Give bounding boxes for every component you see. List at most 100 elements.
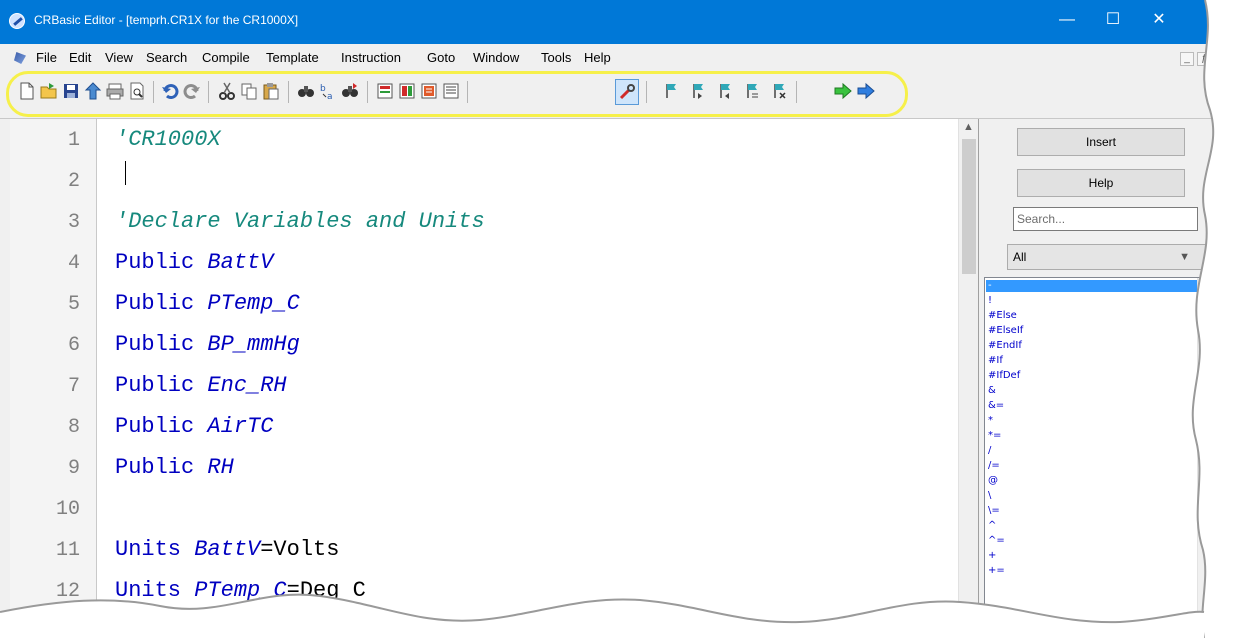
- code-line[interactable]: Public RH: [115, 455, 234, 480]
- toolbar-highlight-annotation: [6, 71, 908, 117]
- code-line[interactable]: Public BattV: [115, 250, 273, 275]
- line-number: 2: [67, 170, 80, 193]
- instruction-list-item[interactable]: !: [986, 295, 1198, 307]
- instruction-list-item[interactable]: *: [986, 415, 1198, 427]
- menu-search[interactable]: Search: [146, 50, 187, 65]
- scroll-up-icon[interactable]: ▲: [963, 121, 974, 133]
- minimize-button[interactable]: —: [1044, 0, 1090, 44]
- instruction-list-item[interactable]: *=: [986, 430, 1198, 442]
- scrollbar-thumb[interactable]: [1201, 298, 1213, 358]
- menu-bar: File Edit View Search Compile Template I…: [0, 44, 1236, 71]
- instruction-list-item[interactable]: ^: [986, 520, 1198, 532]
- code-keyword: Units: [115, 578, 195, 603]
- menu-window[interactable]: Window: [473, 50, 519, 65]
- line-number: 10: [55, 498, 80, 521]
- instruction-list-item[interactable]: #If: [986, 355, 1198, 367]
- app-window: CRBasic Editor - [temprh.CR1X for the CR…: [0, 0, 1236, 638]
- code-comment: 'Declare Variables and Units: [115, 209, 485, 234]
- mdi-minimize-button[interactable]: _: [1180, 52, 1194, 66]
- instruction-list-item[interactable]: &: [986, 385, 1198, 397]
- line-number: 5: [67, 293, 80, 316]
- menu-file[interactable]: File: [36, 50, 57, 65]
- toolbar: ba: [0, 71, 1236, 119]
- mdi-restore-button[interactable]: ƒ: [1197, 52, 1211, 66]
- line-number: 7: [67, 375, 80, 398]
- maximize-button[interactable]: ☐: [1090, 0, 1136, 44]
- code-editor[interactable]: 1 2 3 4 5 6 7 8 9 10 11 12 'CR1000X 'Decl…: [10, 119, 978, 638]
- code-line[interactable]: Public BP_mmHg: [115, 332, 300, 357]
- insert-button[interactable]: Insert: [1017, 128, 1185, 156]
- menu-goto[interactable]: Goto: [427, 50, 455, 65]
- code-keyword: Public: [115, 373, 208, 398]
- editor-scrollbar[interactable]: ▲: [958, 119, 978, 638]
- instruction-list-item[interactable]: +: [986, 550, 1198, 562]
- code-variable: PTemp_C: [207, 291, 300, 316]
- code-line[interactable]: Units PTemp_C=Deg C: [115, 578, 366, 603]
- instruction-list-item[interactable]: /=: [986, 460, 1198, 472]
- code-line[interactable]: 'CR1000X: [115, 127, 221, 152]
- instruction-panel: Insert Help Search... All ▼ -! #Else #Else…: [978, 119, 1236, 638]
- scrollbar-thumb[interactable]: [962, 139, 976, 274]
- instruction-list-scrollbar[interactable]: [1197, 278, 1215, 637]
- instruction-list-item[interactable]: &=: [986, 400, 1198, 412]
- code-line[interactable]: Units BattV=Volts: [115, 537, 339, 562]
- instruction-list-item[interactable]: \: [986, 490, 1198, 502]
- code-variable: Enc_RH: [207, 373, 287, 398]
- instruction-list-item[interactable]: +=: [986, 565, 1198, 577]
- code-line[interactable]: Public Enc_RH: [115, 373, 287, 398]
- code-keyword: Units: [115, 537, 195, 562]
- instruction-list-item[interactable]: @: [986, 475, 1198, 487]
- code-keyword: Public: [115, 250, 208, 275]
- instruction-list-item[interactable]: \=: [986, 505, 1198, 517]
- menu-tools[interactable]: Tools: [541, 50, 571, 65]
- title-bar[interactable]: CRBasic Editor - [temprh.CR1X for the CR…: [0, 0, 1236, 44]
- help-button[interactable]: Help: [1017, 169, 1185, 197]
- menu-instruction[interactable]: Instruction: [341, 50, 401, 65]
- instruction-list-item[interactable]: #IfDef: [986, 370, 1198, 382]
- category-value: All: [1013, 250, 1027, 264]
- code-variable: BattV: [207, 250, 274, 275]
- line-number-gutter: 1 2 3 4 5 6 7 8 9 10 11 12: [10, 119, 97, 638]
- document-icon[interactable]: [14, 52, 26, 64]
- code-variable: RH: [207, 455, 234, 480]
- code-text: =Deg C: [286, 578, 366, 603]
- instruction-list-item[interactable]: #EndIf: [986, 340, 1198, 352]
- code-keyword: Public: [115, 455, 208, 480]
- code-variable: BattV: [194, 537, 261, 562]
- line-number: 11: [55, 539, 80, 562]
- line-number: 9: [67, 457, 80, 480]
- line-number: 3: [67, 211, 80, 234]
- category-dropdown[interactable]: All ▼: [1007, 244, 1207, 270]
- code-comment: 'CR1000X: [115, 127, 221, 152]
- window-title: CRBasic Editor - [temprh.CR1X for the CR…: [34, 13, 299, 27]
- line-number: 8: [67, 416, 80, 439]
- app-logo-icon: [9, 13, 25, 29]
- code-line[interactable]: Public PTemp_C: [115, 291, 300, 316]
- instruction-list[interactable]: -! #Else #ElseIf #EndIf #If #IfDef & &= * *= / /= @ \…: [984, 277, 1224, 638]
- text-caret: [125, 161, 126, 185]
- instruction-list-item[interactable]: #Else: [986, 310, 1198, 322]
- line-number: 12: [55, 580, 80, 603]
- menu-view[interactable]: View: [105, 50, 133, 65]
- menu-template[interactable]: Template: [266, 50, 319, 65]
- menu-edit[interactable]: Edit: [69, 50, 91, 65]
- close-button[interactable]: ✕: [1136, 0, 1182, 44]
- line-number: 1: [67, 129, 80, 152]
- instruction-search-input[interactable]: Search...: [1013, 207, 1198, 231]
- menu-compile[interactable]: Compile: [202, 50, 250, 65]
- code-variable: BP_mmHg: [207, 332, 300, 357]
- code-variable: AirTC: [207, 414, 274, 439]
- code-line[interactable]: 'Declare Variables and Units: [115, 209, 485, 234]
- chevron-down-icon: ▼: [1179, 251, 1190, 263]
- code-keyword: Public: [115, 332, 208, 357]
- code-keyword: Public: [115, 291, 208, 316]
- instruction-list-item[interactable]: -: [986, 280, 1198, 292]
- code-text: =Volts: [260, 537, 340, 562]
- mdi-close-button[interactable]: x: [1214, 52, 1228, 66]
- menu-help[interactable]: Help: [584, 50, 611, 65]
- code-line[interactable]: Public AirTC: [115, 414, 273, 439]
- instruction-list-item[interactable]: #ElseIf: [986, 325, 1198, 337]
- instruction-list-item[interactable]: /: [986, 445, 1198, 457]
- partial-code-line: mmHg: [278, 619, 331, 638]
- instruction-list-item[interactable]: ^=: [986, 535, 1198, 547]
